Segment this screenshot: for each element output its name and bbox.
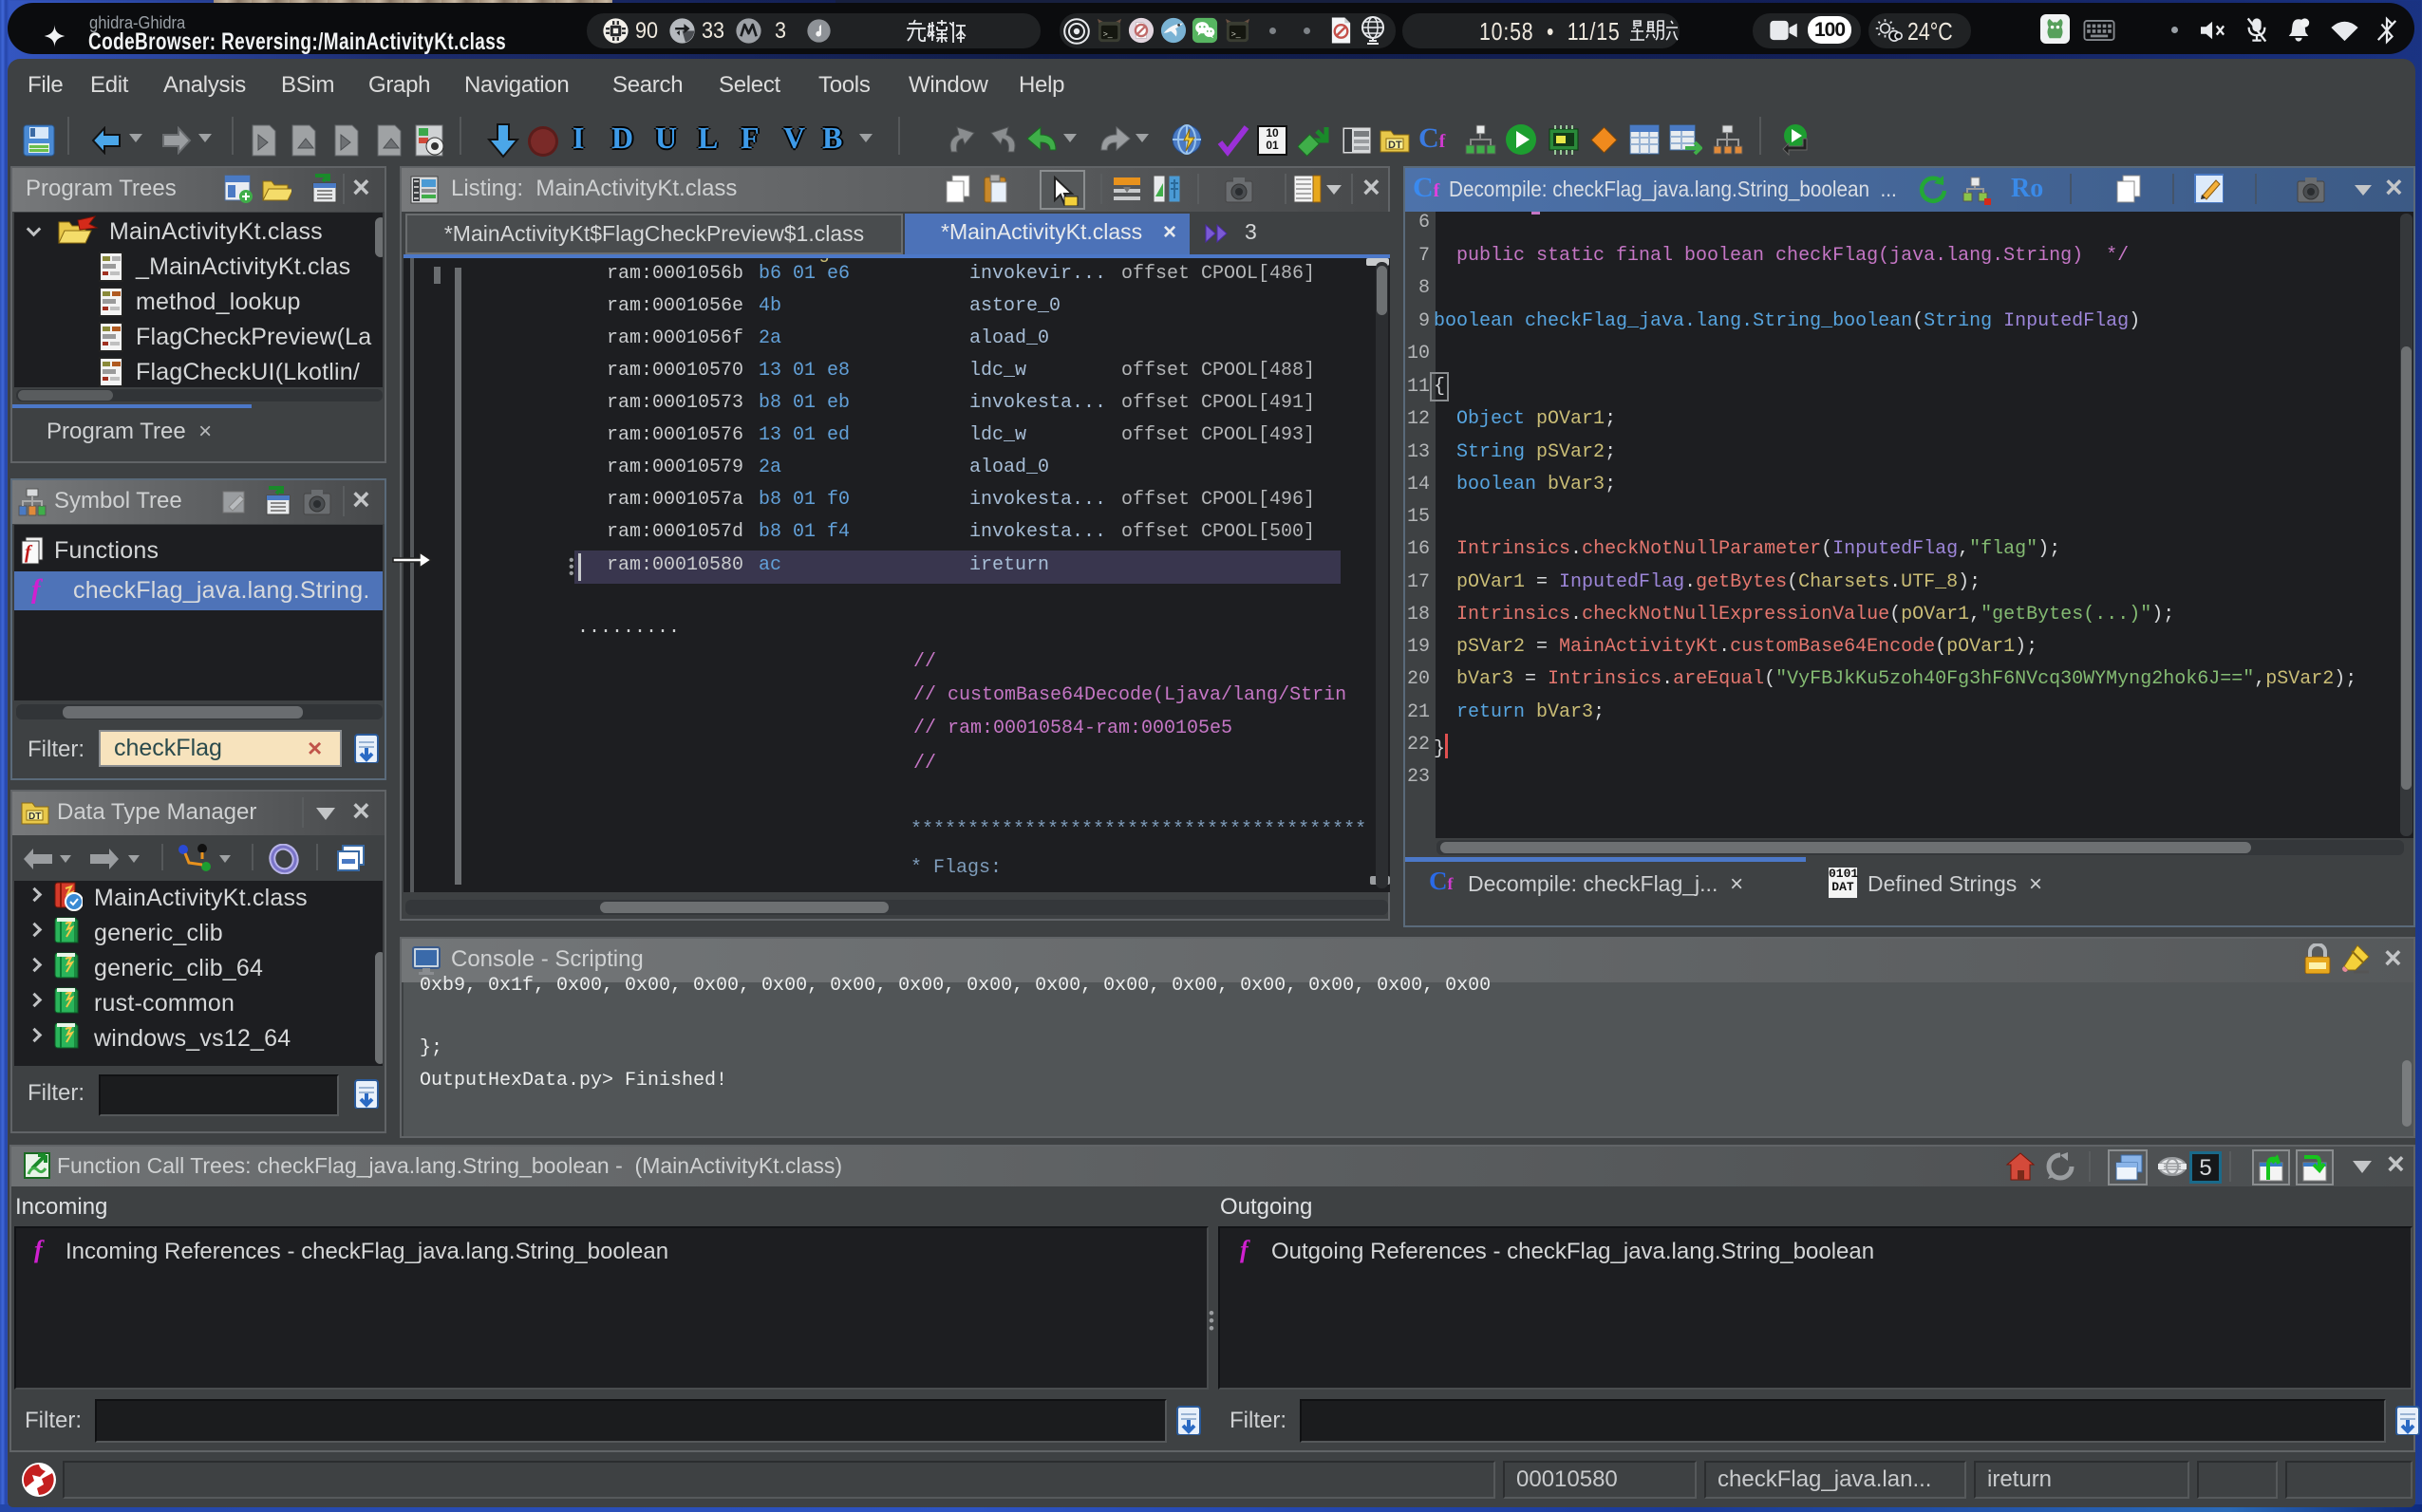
svg-text:>_: >_ <box>1231 28 1241 38</box>
svg-text:DT: DT <box>28 812 41 822</box>
svg-text:DT: DT <box>1388 140 1402 151</box>
svg-text:>_: >_ <box>1103 28 1113 38</box>
